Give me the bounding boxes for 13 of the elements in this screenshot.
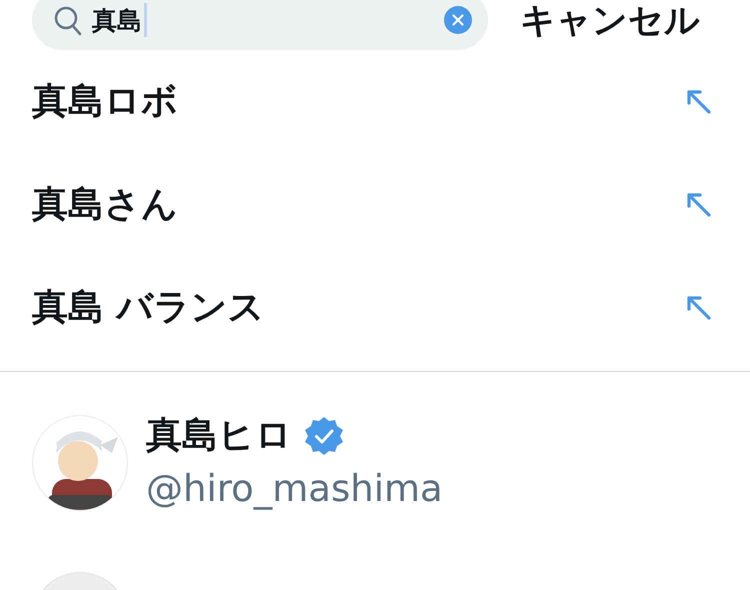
- clear-icon[interactable]: [444, 6, 472, 34]
- suggestion-item[interactable]: 真島 バランス: [0, 256, 750, 359]
- suggestion-item[interactable]: 真島さん: [0, 153, 750, 256]
- cancel-button[interactable]: キャンセル: [520, 0, 700, 44]
- arrow-icon[interactable]: [686, 294, 712, 320]
- arrow-icon[interactable]: [686, 88, 712, 114]
- suggestion-item[interactable]: 真島ロボ: [0, 50, 750, 153]
- user-handle: @hiro_mashima: [146, 466, 443, 512]
- search-field[interactable]: 真島: [32, 0, 488, 50]
- search-query: 真島: [92, 4, 142, 36]
- user-name: 真島ヒロ: [146, 414, 292, 458]
- arrow-icon[interactable]: [686, 192, 712, 218]
- search-icon: [54, 6, 82, 36]
